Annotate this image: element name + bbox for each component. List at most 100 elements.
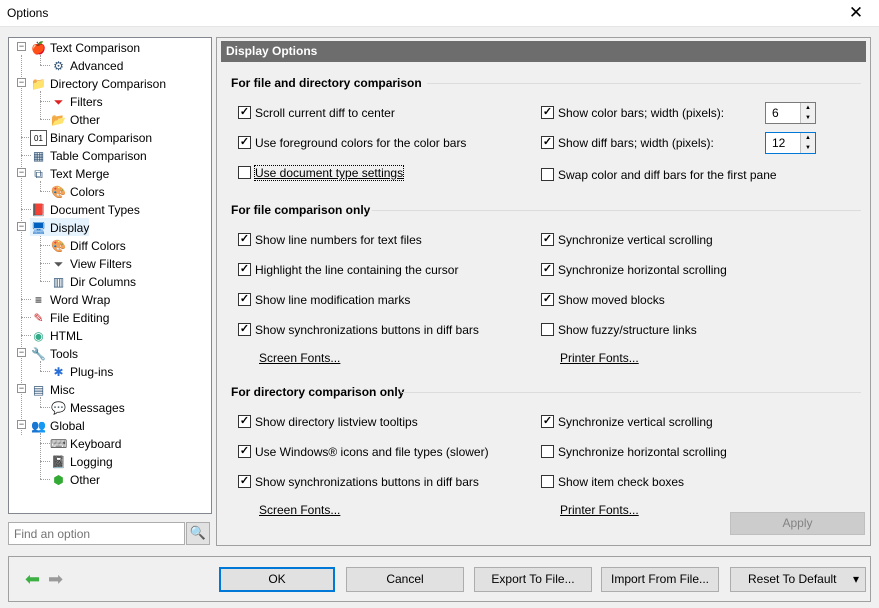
search-icon: 🔍 [189, 525, 207, 540]
merge-icon: ⧉ [34, 166, 43, 181]
spin-up-icon[interactable]: ▲ [800, 103, 815, 113]
misc-icon: ▤ [32, 382, 45, 397]
import-button[interactable]: Import From File... [601, 567, 719, 592]
tree-item-view-filters[interactable]: ⏷ View Filters [50, 254, 132, 272]
collapse-icon[interactable]: − [17, 420, 26, 429]
back-arrow-icon[interactable]: ⬅ [25, 570, 40, 588]
spin-up-icon[interactable]: ▲ [800, 133, 815, 143]
collapse-icon[interactable]: − [17, 168, 26, 177]
apply-button[interactable]: Apply [730, 512, 865, 535]
html-icon: ◉ [33, 328, 44, 343]
reset-button[interactable]: Reset To Default ▾ [730, 567, 866, 592]
section-heading: For file and directory comparison [231, 76, 422, 90]
users-icon: 👥 [31, 418, 46, 433]
tree-item-diff-colors[interactable]: 🎨 Diff Colors [50, 236, 126, 254]
tree-item-text-merge[interactable]: ⧉ Text Merge [30, 164, 109, 182]
forward-arrow-icon[interactable]: ➡ [48, 570, 63, 588]
tree-item-text-comparison[interactable]: 🍎 Text Comparison [30, 38, 140, 56]
tree-item-advanced[interactable]: ⚙ Advanced [50, 56, 123, 74]
collapse-icon[interactable]: − [17, 222, 26, 231]
table-icon: ▦ [32, 148, 45, 163]
diff-bars-width-spinner[interactable]: 12 ▲ ▼ [765, 132, 816, 154]
show-diff-bars-checkbox[interactable]: ✓ Show diff bars; width (pixels): [541, 135, 714, 151]
display-options-panel: Display Options For file and directory c… [216, 37, 871, 546]
scroll-center-checkbox[interactable]: ✓ Scroll current diff to center [238, 105, 395, 121]
tree-item-global-other[interactable]: ⬢ Other [50, 470, 100, 488]
search-box[interactable] [8, 522, 185, 545]
use-doc-type-checkbox[interactable]: Use document type settings [238, 165, 405, 181]
check-boxes-checkbox[interactable]: Show item check boxes [541, 474, 684, 490]
collapse-icon[interactable]: − [17, 42, 26, 51]
tree-item-binary-comparison[interactable]: 01 Binary Comparison [30, 128, 152, 146]
tree-item-misc[interactable]: ▤ Misc [30, 380, 75, 398]
swap-bars-checkbox[interactable]: Swap color and diff bars for the first p… [541, 167, 777, 183]
cancel-button[interactable]: Cancel [346, 567, 464, 592]
dir-sync-horizontal-checkbox[interactable]: Synchronize horizontal scrolling [541, 444, 727, 460]
folder-icon: 📁 [31, 76, 46, 91]
tree-item-word-wrap[interactable]: ≡ Word Wrap [30, 290, 110, 308]
tree-item-html[interactable]: ◉ HTML [30, 326, 82, 344]
collapse-icon[interactable]: − [17, 384, 26, 393]
dir-sync-buttons-checkbox[interactable]: ✓ Show synchronizations buttons in diff b… [238, 474, 479, 490]
dir-sync-vertical-checkbox[interactable]: ✓ Synchronize vertical scrolling [541, 414, 713, 430]
tree-item-filters[interactable]: ⏷ Filters [50, 92, 103, 110]
book-icon: 📕 [31, 202, 46, 217]
tree-item-colors[interactable]: 🎨 Colors [50, 182, 105, 200]
palette-icon: 🎨 [51, 184, 66, 199]
tree-item-global[interactable]: 👥 Global [30, 416, 85, 434]
spin-down-icon[interactable]: ▼ [800, 113, 815, 123]
palette-icon: 🎨 [51, 238, 66, 253]
ok-button[interactable]: OK [219, 567, 335, 592]
tree-item-tools[interactable]: 🔧 Tools [30, 344, 78, 362]
panel-title: Display Options [221, 41, 866, 62]
tree-item-display[interactable]: 🖥 Display [30, 218, 90, 236]
options-tree[interactable]: − − − − − − − 🍎 Text Comparison ⚙ Advanced… [8, 37, 212, 514]
funnel-icon: ⏷ [53, 94, 64, 109]
export-button[interactable]: Export To File... [474, 567, 592, 592]
word-wrap-icon: ≡ [34, 292, 42, 307]
collapse-icon[interactable]: − [17, 78, 26, 87]
speech-bubble-icon: 💬 [51, 400, 66, 415]
tree-item-other[interactable]: 📂 Other [50, 110, 100, 128]
pencil-icon: ✎ [33, 310, 44, 325]
collapse-icon[interactable]: − [17, 348, 26, 357]
tree-item-table-comparison[interactable]: ▦ Table Comparison [30, 146, 147, 164]
binary-icon: 01 [30, 129, 47, 146]
funnel-icon: ⏷ [53, 256, 64, 271]
moved-blocks-checkbox[interactable]: ✓ Show moved blocks [541, 292, 665, 308]
tree-item-messages[interactable]: 💬 Messages [50, 398, 125, 416]
sync-vertical-checkbox[interactable]: ✓ Synchronize vertical scrolling [541, 232, 713, 248]
use-fg-colors-checkbox[interactable]: ✓ Use foreground colors for the color bar… [238, 135, 466, 151]
search-input[interactable] [9, 523, 184, 544]
spin-down-icon[interactable]: ▼ [800, 143, 815, 153]
window-title: Options [7, 6, 49, 20]
tree-item-plug-ins[interactable]: ✱ Plug-ins [50, 362, 113, 380]
tree-item-file-editing[interactable]: ✎ File Editing [30, 308, 109, 326]
section-heading: For directory comparison only [231, 385, 405, 399]
line-numbers-checkbox[interactable]: ✓ Show line numbers for text files [238, 232, 422, 248]
fuzzy-links-checkbox[interactable]: Show fuzzy/structure links [541, 322, 697, 338]
mod-marks-checkbox[interactable]: ✓ Show line modification marks [238, 292, 410, 308]
tree-item-document-types[interactable]: 📕 Document Types [30, 200, 140, 218]
dir-printer-fonts-link[interactable]: Printer Fonts... [560, 503, 639, 517]
show-color-bars-checkbox[interactable]: ✓ Show color bars; width (pixels): [541, 105, 724, 121]
chevron-down-icon[interactable]: ▾ [853, 568, 859, 591]
dir-screen-fonts-link[interactable]: Screen Fonts... [259, 503, 340, 517]
tree-item-logging[interactable]: 📓 Logging [50, 452, 113, 470]
gear-icon: ⚙ [53, 58, 64, 73]
tree-item-keyboard[interactable]: ⌨ Keyboard [50, 434, 121, 452]
color-bars-width-spinner[interactable]: 6 ▲ ▼ [765, 102, 816, 124]
tree-item-directory-comparison[interactable]: 📁 Directory Comparison [30, 74, 166, 92]
sync-horizontal-checkbox[interactable]: ✓ Synchronize horizontal scrolling [541, 262, 727, 278]
printer-fonts-link[interactable]: Printer Fonts... [560, 351, 639, 365]
highlight-line-checkbox[interactable]: ✓ Highlight the line containing the curso… [238, 262, 458, 278]
screen-fonts-link[interactable]: Screen Fonts... [259, 351, 340, 365]
monitor-icon: 🖥 [30, 220, 47, 235]
tree-item-dir-columns[interactable]: ▥ Dir Columns [50, 272, 136, 290]
search-button[interactable]: 🔍 [186, 522, 210, 545]
windows-icons-checkbox[interactable]: ✓ Use Windows® icons and file types (slow… [238, 444, 489, 460]
close-icon[interactable]: ✕ [833, 0, 879, 27]
sync-buttons-checkbox[interactable]: ✓ Show synchronizations buttons in diff b… [238, 322, 479, 338]
keyboard-icon: ⌨ [50, 436, 68, 451]
listview-tooltips-checkbox[interactable]: ✓ Show directory listview tooltips [238, 414, 418, 430]
